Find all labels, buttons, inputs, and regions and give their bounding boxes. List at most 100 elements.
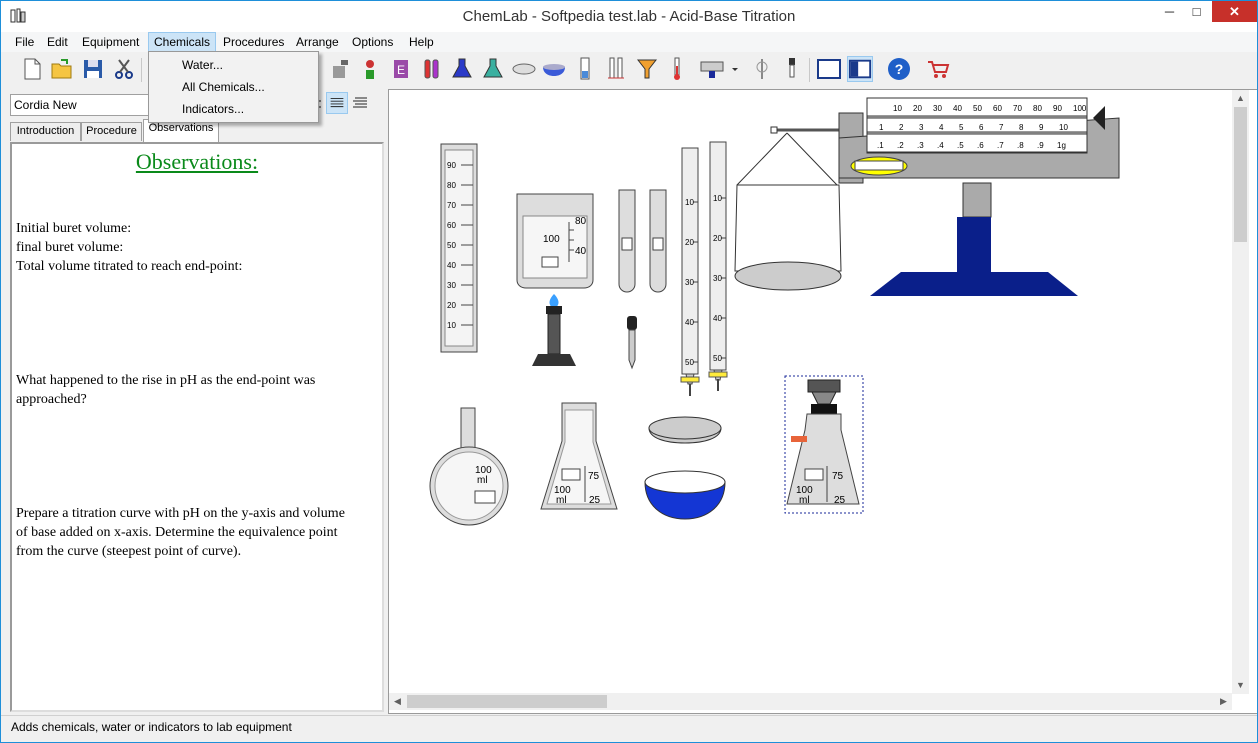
- mixing-bowl[interactable]: [644, 470, 726, 520]
- menu-help[interactable]: Help: [404, 32, 439, 52]
- split-pane-icon[interactable]: [847, 56, 873, 82]
- buret-right[interactable]: 10 20 30 40 50: [708, 141, 728, 391]
- balance-icon[interactable]: [699, 56, 725, 82]
- buret-tick-label: 50: [713, 354, 722, 363]
- tab-introduction[interactable]: Introduction: [10, 122, 81, 141]
- balance-beam-label: 8: [1019, 123, 1024, 132]
- menu-edit[interactable]: Edit: [42, 32, 73, 52]
- open-folder-icon[interactable]: [49, 56, 75, 82]
- close-button[interactable]: ✕: [1212, 1, 1257, 22]
- menu-procedures[interactable]: Procedures: [218, 32, 289, 52]
- balance-beam-label: 9: [1039, 123, 1044, 132]
- align-justify-icon[interactable]: [326, 92, 348, 114]
- menu-item-water[interactable]: Water...: [182, 55, 223, 75]
- toolbar-separator: [809, 58, 810, 82]
- round-flask-icon[interactable]: [480, 56, 506, 82]
- menu-chemicals[interactable]: Chemicals: [148, 32, 217, 52]
- chemical-bottle-icon[interactable]: [327, 56, 353, 82]
- beaker-label: 100: [543, 234, 560, 245]
- menu-bar: File Edit Equipment Chemicals Procedures…: [1, 32, 1257, 52]
- svg-text:?: ?: [895, 61, 904, 77]
- scroll-right-icon[interactable]: ▶: [1215, 693, 1232, 710]
- erlenmeyer-flask[interactable]: 75 100 ml 25: [540, 402, 618, 510]
- balance-beam-label: 4: [939, 123, 944, 132]
- flask-icon[interactable]: [449, 56, 475, 82]
- minimize-button[interactable]: ─: [1156, 1, 1183, 22]
- balance-beam-label: 30: [933, 104, 942, 113]
- balance-beam-label: 50: [973, 104, 982, 113]
- scroll-up-icon[interactable]: ▲: [1232, 90, 1249, 107]
- cylinder-tick-label: 60: [447, 221, 456, 230]
- selected-erlenmeyer-with-funnel[interactable]: 75 100 ml 25: [784, 375, 864, 514]
- scroll-left-icon[interactable]: ◀: [389, 693, 406, 710]
- bowl-icon[interactable]: [541, 56, 567, 82]
- buret-icon[interactable]: [603, 56, 629, 82]
- cylinder-icon[interactable]: [572, 56, 598, 82]
- balance-beam-label: 70: [1013, 104, 1022, 113]
- notes-line: final buret volume:: [16, 240, 124, 255]
- lab-equipment-drawing: 908070605040302010 80 100 40 1020304050 …: [429, 97, 1120, 526]
- buret-tick-label: 40: [685, 318, 694, 327]
- svg-text:E: E: [397, 63, 405, 77]
- menu-item-all-chemicals[interactable]: All Chemicals...: [182, 77, 265, 97]
- notes-line: Prepare a titration curve with pH on the…: [16, 506, 345, 521]
- dish-icon[interactable]: [511, 56, 537, 82]
- buret-tick-label: 20: [713, 234, 722, 243]
- notes-editor[interactable]: Observations: Initial buret volume: fina…: [10, 142, 384, 712]
- funnel-icon[interactable]: [634, 56, 660, 82]
- cylinder-tick-label: 20: [447, 301, 456, 310]
- balance-beam-label: 1: [879, 123, 884, 132]
- notes-line: of base added on x-axis. Determine the e…: [16, 525, 338, 540]
- evaporating-dish[interactable]: [648, 416, 722, 444]
- help-icon[interactable]: ?: [886, 56, 912, 82]
- balance-beam-label: .3: [917, 141, 924, 150]
- buret-left[interactable]: 10 20 30 40 50: [680, 147, 700, 396]
- balance-pan[interactable]: [734, 126, 842, 291]
- new-file-icon[interactable]: [19, 56, 45, 82]
- balance-beam-label: 2: [899, 123, 904, 132]
- balance-beam-label: 1g: [1057, 141, 1066, 150]
- notes-line: Initial buret volume:: [16, 221, 132, 236]
- align-right-icon[interactable]: [349, 92, 371, 114]
- graduated-cylinder[interactable]: 90 80 70 60 50 40 30 20 10: [440, 143, 478, 353]
- cut-icon[interactable]: [111, 56, 137, 82]
- scroll-down-icon[interactable]: ▼: [1232, 677, 1249, 694]
- maximize-button[interactable]: □: [1183, 1, 1210, 22]
- dropper[interactable]: [627, 316, 637, 370]
- save-icon[interactable]: [80, 56, 106, 82]
- menu-equipment[interactable]: Equipment: [77, 32, 144, 52]
- thermometer-icon[interactable]: [664, 56, 690, 82]
- menu-arrange[interactable]: Arrange: [291, 32, 344, 52]
- notes-line: from the curve (steepest point of curve)…: [16, 544, 242, 559]
- buret-tick-label: 20: [685, 238, 694, 247]
- window-title: ChemLab - Softpedia test.lab - Acid-Base…: [462, 8, 796, 25]
- shopping-cart-icon[interactable]: [925, 56, 951, 82]
- dropper-icon[interactable]: [779, 56, 805, 82]
- balance-beam-label: .9: [1037, 141, 1044, 150]
- beaker[interactable]: 80 100 40: [516, 193, 594, 289]
- element-e-icon[interactable]: E: [388, 56, 414, 82]
- cylinder-tick-label: 90: [447, 161, 456, 170]
- round-bottom-flask[interactable]: 100 ml: [429, 407, 509, 526]
- single-pane-icon[interactable]: [816, 56, 842, 82]
- vertical-scroll-thumb[interactable]: [1234, 107, 1247, 242]
- menu-file[interactable]: File: [10, 32, 39, 52]
- tab-procedure[interactable]: Procedure: [81, 122, 142, 141]
- buret-tick-label: 10: [713, 194, 722, 203]
- test-tubes-icon[interactable]: [419, 56, 445, 82]
- flask-unit-label: ml: [477, 475, 488, 486]
- beaker-label: 80: [575, 216, 587, 227]
- test-tubes[interactable]: [618, 189, 667, 293]
- stand-icon[interactable]: [749, 56, 775, 82]
- chevron-down-icon[interactable]: [729, 56, 741, 82]
- horizontal-scroll-thumb[interactable]: [407, 695, 607, 708]
- triple-beam-balance[interactable]: 10 20 30 40 50 60 70 80 90 100 1 2 3 4 5 6 7 8 9 10 .1 .2 .3 .4…: [838, 97, 1120, 296]
- menu-options[interactable]: Options: [347, 32, 398, 52]
- font-name-field[interactable]: Cordia New: [10, 94, 150, 116]
- cylinder-tick-label: 40: [447, 261, 456, 270]
- notes-line: Total volume titrated to reach end-point…: [16, 259, 243, 274]
- chemicals-dropdown-menu: Water... All Chemicals... Indicators...: [148, 51, 319, 123]
- stirring-icon[interactable]: [357, 56, 383, 82]
- menu-item-indicators[interactable]: Indicators...: [182, 99, 244, 119]
- bunsen-burner[interactable]: [532, 294, 576, 366]
